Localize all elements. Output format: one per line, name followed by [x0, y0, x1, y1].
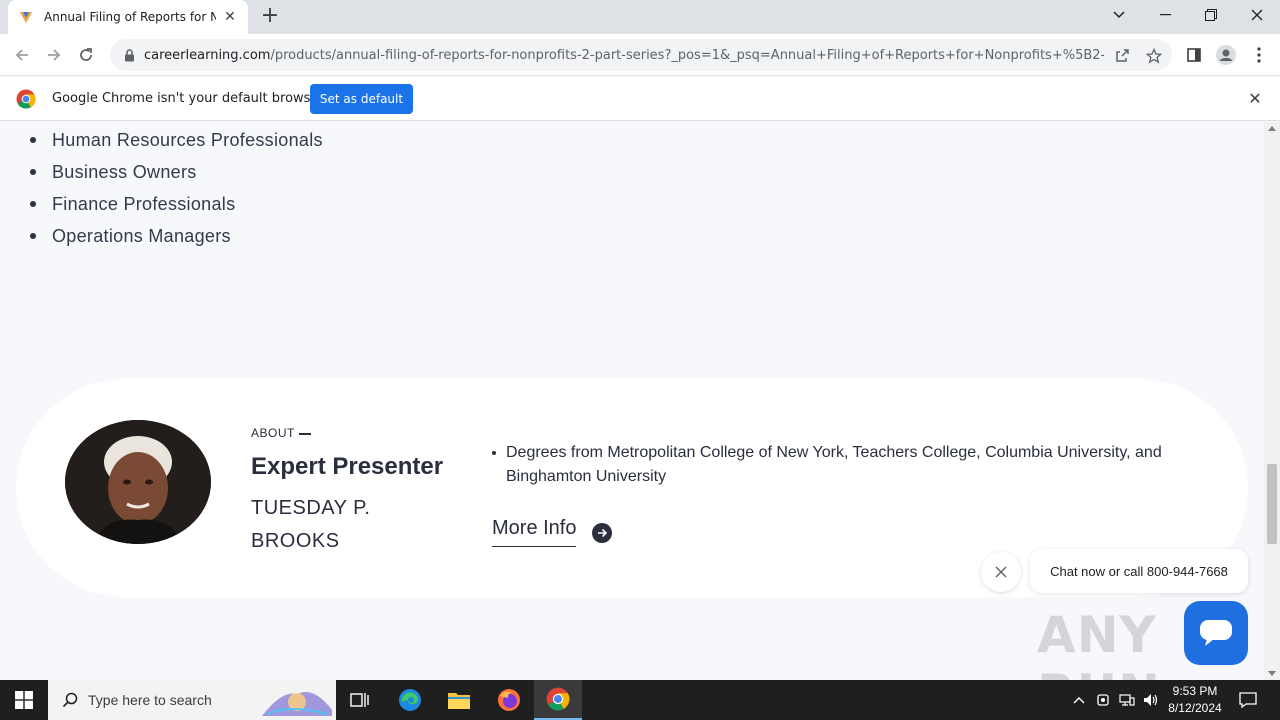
infobar-close-icon[interactable]: ✕ [1246, 90, 1264, 108]
taskbar-search[interactable]: Type here to search [48, 680, 336, 720]
degree-item: Degrees from Metropolitan College of New… [492, 441, 1172, 489]
search-icon [62, 692, 78, 708]
about-label: ABOUT [251, 426, 311, 440]
close-icon [995, 566, 1007, 578]
page-scrollbar[interactable] [1264, 122, 1280, 680]
minimize-button[interactable] [1142, 0, 1188, 30]
scroll-thumb[interactable] [1267, 464, 1277, 544]
address-bar[interactable]: careerlearning.com/products/annual-filin… [110, 39, 1172, 71]
restore-button[interactable] [1188, 0, 1234, 30]
tab-strip: Annual Filing of Reports for Non ✕ + [0, 0, 1280, 34]
infobar-message: Google Chrome isn't your default browser [52, 91, 324, 106]
forward-arrow-icon[interactable] [41, 42, 67, 68]
set-as-default-button[interactable]: Set as default [310, 84, 413, 114]
new-tab-button[interactable]: + [258, 5, 282, 29]
device-icon[interactable] [1093, 690, 1113, 710]
list-item: Business Owners [28, 156, 323, 188]
system-clock[interactable]: 9:53 PM 8/12/2024 [1160, 683, 1230, 717]
side-panel-icon[interactable] [1183, 44, 1205, 66]
more-info-link[interactable]: More Info [492, 517, 613, 547]
list-item: Operations Managers [28, 220, 323, 252]
tab-search-icon[interactable] [1096, 0, 1142, 30]
chrome-logo-icon [16, 89, 36, 109]
presenter-role: Expert Presenter [251, 453, 444, 480]
network-icon[interactable] [1117, 690, 1137, 710]
chat-dismiss-button[interactable] [981, 552, 1021, 592]
tab-close-icon[interactable]: ✕ [222, 9, 238, 25]
chat-bubble-icon [1200, 620, 1232, 646]
bullet-icon [30, 137, 36, 143]
browser-tab[interactable]: Annual Filing of Reports for Non ✕ [8, 0, 248, 34]
bookmark-star-icon[interactable] [1145, 47, 1163, 65]
search-placeholder[interactable]: Type here to search [88, 692, 212, 708]
site-favicon-icon [18, 9, 34, 25]
bullet-icon [30, 201, 36, 207]
share-icon[interactable] [1113, 47, 1131, 65]
bullet-icon [492, 451, 496, 455]
more-info-label[interactable]: More Info [492, 517, 577, 547]
firefox-icon[interactable] [485, 680, 533, 720]
menu-kebab-icon[interactable] [1248, 44, 1270, 66]
file-explorer-icon[interactable] [435, 680, 483, 720]
reload-icon[interactable] [73, 42, 99, 68]
tab-title: Annual Filing of Reports for Non [44, 10, 216, 24]
arrow-right-icon[interactable] [592, 523, 613, 543]
list-item: Human Resources Professionals [28, 124, 323, 156]
bullet-icon [30, 169, 36, 175]
chat-prompt[interactable]: Chat now or call 800-944-7668 [1030, 549, 1248, 593]
windows-taskbar: Type here to search 9:53 PM 8/12/2024 [0, 680, 1280, 720]
profile-avatar-icon[interactable] [1215, 44, 1237, 66]
chat-launcher-button[interactable] [1184, 601, 1248, 665]
page-viewport: Human Resources Professionals Business O… [0, 122, 1264, 680]
presenter-name: TUESDAY P. BROOKS [251, 497, 371, 552]
clock-date: 8/12/2024 [1168, 701, 1222, 715]
lock-icon[interactable] [122, 48, 136, 62]
clock-time: 9:53 PM [1172, 684, 1218, 698]
back-arrow-icon[interactable] [9, 42, 35, 68]
notifications-icon[interactable] [1238, 690, 1258, 710]
volume-icon[interactable] [1141, 690, 1161, 710]
windows-logo-icon [15, 691, 33, 709]
task-view-icon[interactable] [336, 680, 384, 720]
presenter-photo [65, 420, 211, 544]
audience-list: Human Resources Professionals Business O… [28, 124, 323, 252]
chevron-up-icon[interactable] [1069, 690, 1089, 710]
start-button[interactable] [0, 680, 48, 720]
default-browser-infobar: Google Chrome isn't your default browser… [0, 77, 1280, 121]
edge-browser-icon[interactable] [386, 680, 434, 720]
url-text[interactable]: careerlearning.com/products/annual-filin… [144, 48, 1104, 63]
browser-toolbar: careerlearning.com/products/annual-filin… [0, 34, 1280, 76]
search-highlight-icon [262, 692, 332, 716]
close-window-button[interactable] [1234, 0, 1280, 30]
scroll-down-icon[interactable] [1268, 671, 1276, 676]
scroll-up-icon[interactable] [1268, 126, 1276, 131]
list-item: Finance Professionals [28, 188, 323, 220]
chrome-taskbar-icon[interactable] [534, 680, 582, 720]
bullet-icon [30, 233, 36, 239]
